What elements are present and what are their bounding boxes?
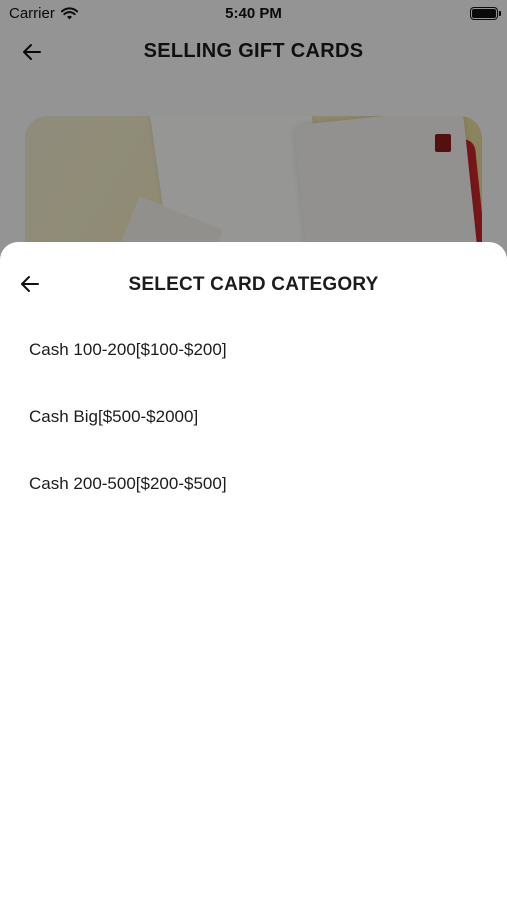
category-item[interactable]: Cash 200-500[$200-$500] — [0, 464, 507, 531]
category-item-label: Cash Big[$500-$2000] — [29, 407, 199, 426]
category-bottom-sheet: SELECT CARD CATEGORY Cash 100-200[$100-$… — [0, 242, 507, 900]
category-item[interactable]: Cash Big[$500-$2000] — [0, 397, 507, 464]
category-item[interactable]: Cash 100-200[$100-$200] — [0, 330, 507, 397]
category-item-label: Cash 100-200[$100-$200] — [29, 340, 227, 359]
category-list: Cash 100-200[$100-$200] Cash Big[$500-$2… — [0, 330, 507, 531]
category-item-label: Cash 200-500[$200-$500] — [29, 474, 227, 493]
sheet-title: SELECT CARD CATEGORY — [128, 274, 379, 295]
